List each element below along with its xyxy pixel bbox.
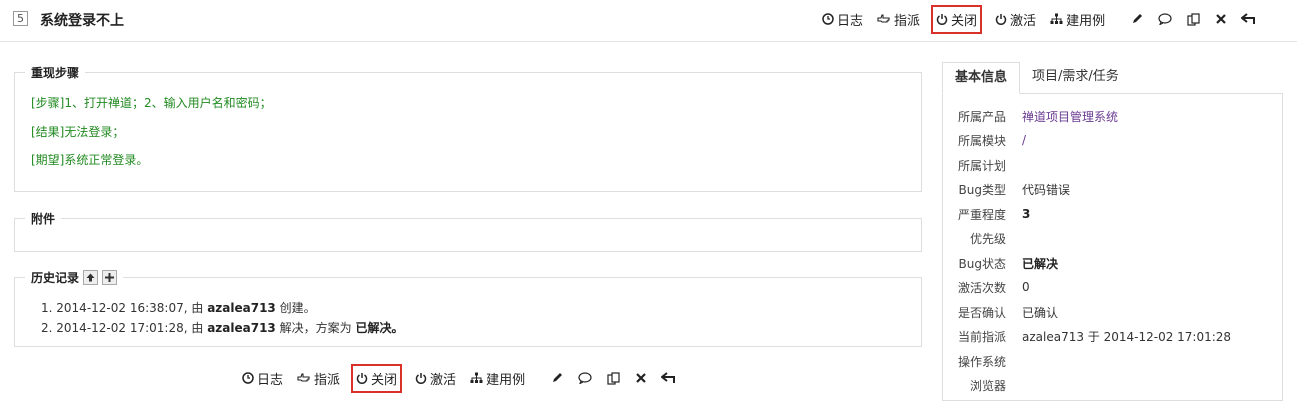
back-icon[interactable] [1241, 11, 1257, 27]
create-case-button[interactable]: 建用例 [470, 369, 525, 388]
tab-project-story-task[interactable]: 项目/需求/任务 [1020, 62, 1131, 93]
field-priority: 优先级 [969, 231, 1006, 246]
bug-id-badge: 5 [13, 11, 28, 26]
copy-icon[interactable] [1185, 11, 1201, 27]
files-section: 附件 [14, 210, 922, 252]
assign-button[interactable]: 指派 [877, 10, 920, 29]
info-sidebar: 基本信息 项目/需求/任务 所属产品 禅道项目管理系统 所属模块 / 所属计划 Bu… [942, 62, 1283, 401]
copy-icon[interactable] [605, 370, 621, 386]
edit-icon[interactable] [1129, 11, 1145, 27]
history-list: 1. 2014-12-02 16:38:07, 由 azalea713 创建。 … [41, 298, 403, 338]
field-plan: 所属计划 [957, 158, 1006, 173]
field-activated-count: 激活次数 0 [957, 280, 1030, 295]
assign-label: 指派 [314, 372, 341, 388]
field-module: 所属模块 / [957, 133, 1027, 148]
history-user: azalea713 [207, 321, 276, 335]
expect-line: [期望]系统正常登录。 [31, 153, 149, 167]
close-button[interactable]: 关闭 [351, 363, 403, 393]
close-button[interactable]: 关闭 [931, 4, 983, 34]
close-label: 关闭 [951, 13, 978, 29]
back-icon[interactable] [661, 370, 677, 386]
create-case-label: 建用例 [486, 372, 526, 388]
expand-plus-icon[interactable] [102, 270, 118, 285]
close-label: 关闭 [371, 372, 398, 388]
tab-basic-info[interactable]: 基本信息 [942, 62, 1021, 94]
power-icon [415, 373, 427, 384]
top-action-bar: 日志 指派 关闭 激活 建用例 [822, 4, 1269, 34]
history-legend: 历史记录 [25, 269, 124, 286]
comment-icon[interactable] [577, 370, 593, 386]
log-button[interactable]: 日志 [822, 10, 863, 29]
sort-up-icon[interactable] [83, 270, 99, 285]
comment-icon[interactable] [1157, 11, 1173, 27]
assign-label: 指派 [894, 13, 921, 29]
delete-icon[interactable] [1213, 11, 1229, 27]
page-header: 5 系统登录不上 日志 指派 关闭 激活 建用例 [0, 0, 1297, 42]
field-bug-status: Bug状态 已解决 [958, 256, 1059, 271]
history-entry: 1. 2014-12-02 16:38:07, 由 azalea713 创建。 [41, 301, 316, 315]
history-user: azalea713 [207, 301, 276, 315]
power-icon [995, 14, 1007, 25]
sidebar-tabs: 基本信息 项目/需求/任务 [942, 62, 1283, 94]
bottom-action-bar: 日志 指派 关闭 激活 建用例 [242, 363, 689, 393]
log-button[interactable]: 日志 [242, 369, 283, 388]
clock-icon [242, 372, 254, 384]
history-entry: 2. 2014-12-02 17:01:28, 由 azalea713 解决，方… [41, 321, 404, 335]
log-label: 日志 [257, 372, 284, 388]
power-icon [936, 14, 948, 25]
steps-line: [步骤]1、打开禅道；2、输入用户名和密码； [31, 96, 272, 110]
history-legend-label: 历史记录 [31, 271, 80, 285]
edit-icon[interactable] [549, 370, 565, 386]
create-case-button[interactable]: 建用例 [1050, 10, 1105, 29]
steps-legend: 重现步骤 [25, 64, 86, 81]
activate-button[interactable]: 激活 [995, 10, 1036, 29]
files-legend: 附件 [25, 210, 62, 227]
history-resolution: 已解决。 [355, 321, 404, 335]
log-label: 日志 [837, 13, 864, 29]
sitemap-icon [1050, 13, 1063, 24]
module-link[interactable]: / [1022, 133, 1026, 147]
field-assigned-to: 当前指派 azalea713 于 2014-12-02 17:01:28 [957, 329, 1232, 344]
hand-right-icon [877, 14, 890, 23]
clock-icon [822, 13, 834, 25]
page-title: 系统登录不上 [40, 13, 124, 29]
field-product: 所属产品 禅道项目管理系统 [957, 108, 1119, 125]
activate-label: 激活 [430, 372, 457, 388]
create-case-label: 建用例 [1066, 13, 1106, 29]
assign-button[interactable]: 指派 [297, 369, 340, 388]
result-line: [结果]无法登录； [31, 125, 125, 139]
field-severity: 严重程度 3 [957, 207, 1031, 222]
product-link[interactable]: 禅道项目管理系统 [1022, 108, 1118, 125]
power-icon [356, 373, 368, 384]
sitemap-icon [470, 372, 483, 383]
activate-button[interactable]: 激活 [415, 369, 456, 388]
field-bug-type: Bug类型 代码错误 [958, 182, 1071, 197]
basic-info-panel: 所属产品 禅道项目管理系统 所属模块 / 所属计划 Bug类型 代码错误 严重程度 3 … [942, 94, 1283, 401]
steps-section: 重现步骤 [步骤]1、打开禅道；2、输入用户名和密码； [结果]无法登录； [期… [14, 64, 922, 192]
hand-right-icon [297, 373, 310, 382]
field-os: 操作系统 [957, 354, 1006, 369]
delete-icon[interactable] [633, 370, 649, 386]
field-confirmed: 是否确认 已确认 [957, 305, 1059, 320]
field-browser: 浏览器 [969, 378, 1006, 393]
history-section: 历史记录 1. 2014-12-02 16:38:07, 由 azalea713… [14, 269, 922, 347]
activate-label: 激活 [1010, 13, 1037, 29]
